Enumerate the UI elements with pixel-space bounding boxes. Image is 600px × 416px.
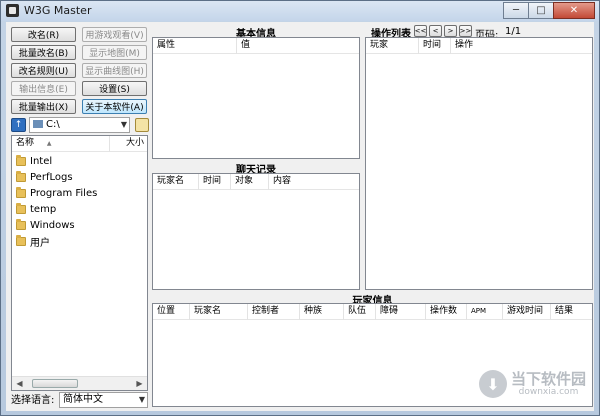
list-item[interactable]: PerfLogs xyxy=(16,170,73,185)
minimize-button[interactable]: ─ xyxy=(503,2,529,19)
maximize-button[interactable]: □ xyxy=(528,2,554,19)
app-window: W3G Master ─ □ ✕ 改名(R) 用游戏观看(V) 批量改名(B) … xyxy=(0,0,600,416)
horizontal-scrollbar[interactable]: ◀ ▶ xyxy=(12,376,147,390)
rename-button[interactable]: 改名(R) xyxy=(11,27,76,42)
column-header[interactable]: 内容 xyxy=(269,174,359,190)
settings-button[interactable]: 设置(S) xyxy=(82,81,147,96)
batch-output-button[interactable]: 批量输出(X) xyxy=(11,99,76,114)
close-button[interactable]: ✕ xyxy=(553,2,595,19)
show-curve-button[interactable]: 显示曲线图(H) xyxy=(82,63,147,78)
watermark: ⬇ 当下软件园 downxia.com xyxy=(478,369,586,398)
column-header[interactable]: 属性 xyxy=(153,38,237,54)
prev-page-button[interactable]: < xyxy=(429,25,442,37)
list-item[interactable]: temp xyxy=(16,202,56,217)
chevron-down-icon: ▼ xyxy=(138,395,145,404)
column-header[interactable]: 操作 xyxy=(451,38,592,54)
player-info-header: 位置 玩家名 控制者 种族 队伍 障碍 操作数 APM 游戏时间 结果 xyxy=(153,304,592,320)
folder-icon xyxy=(16,219,26,230)
column-header-size[interactable]: 大小 xyxy=(110,136,147,152)
scroll-thumb[interactable] xyxy=(32,379,78,388)
column-header[interactable]: 游戏时间 xyxy=(503,304,551,320)
column-header[interactable]: 种族 xyxy=(300,304,344,320)
scroll-right-icon[interactable]: ▶ xyxy=(132,377,147,390)
column-header-name[interactable]: 名称 ▲ xyxy=(12,136,111,152)
player-info-pane: 位置 玩家名 控制者 种族 队伍 障碍 操作数 APM 游戏时间 结果 ⬇ 当下… xyxy=(152,303,593,407)
language-value: 简体中文 xyxy=(63,394,103,405)
language-select[interactable]: 简体中文 ▼ xyxy=(59,392,148,408)
title-bar[interactable]: W3G Master ─ □ ✕ xyxy=(1,1,599,21)
watermark-main: 当下软件园 xyxy=(510,369,586,388)
language-label: 选择语言: xyxy=(11,395,55,406)
client-area: 改名(R) 用游戏观看(V) 批量改名(B) 显示地图(M) 改名规则(U) 显… xyxy=(6,22,594,411)
list-item[interactable]: Program Files xyxy=(16,186,97,201)
chat-log-pane: 玩家名 时间 对象 内容 xyxy=(152,173,360,290)
about-button[interactable]: 关于本软件(A) xyxy=(82,99,147,114)
folder-icon xyxy=(16,235,26,246)
next-page-button[interactable]: > xyxy=(444,25,457,37)
column-header[interactable]: 时间 xyxy=(199,174,231,190)
list-item[interactable]: 用户 xyxy=(16,234,50,249)
last-page-button[interactable]: >> xyxy=(459,25,472,37)
column-header[interactable]: 控制者 xyxy=(248,304,300,320)
chat-log-header: 玩家名 时间 对象 内容 xyxy=(153,174,359,190)
rename-rules-button[interactable]: 改名规则(U) xyxy=(11,63,76,78)
show-map-button[interactable]: 显示地图(M) xyxy=(82,45,147,60)
page-value: 1/1 xyxy=(505,26,522,37)
basic-info-header: 属性 值 xyxy=(153,38,359,54)
column-header[interactable]: 结果 xyxy=(551,304,592,320)
file-list-pane: 名称 ▲ 大小 Intel PerfLogs Program Files tem… xyxy=(11,135,148,391)
action-list-pane: 玩家 时间 操作 xyxy=(365,37,593,290)
up-folder-icon[interactable]: ↑ xyxy=(11,118,26,132)
file-list-header: 名称 ▲ 大小 xyxy=(12,136,147,152)
batch-rename-button[interactable]: 批量改名(B) xyxy=(11,45,76,60)
chevron-down-icon: ▼ xyxy=(120,120,127,129)
folder-icon xyxy=(16,171,26,182)
scroll-left-icon[interactable]: ◀ xyxy=(12,377,27,390)
column-header[interactable]: 玩家 xyxy=(366,38,419,54)
column-header[interactable]: 队伍 xyxy=(344,304,376,320)
open-folder-icon[interactable] xyxy=(135,118,149,132)
watermark-sub: downxia.com xyxy=(518,386,579,397)
column-header[interactable]: 操作数 xyxy=(426,304,467,320)
action-list-header: 玩家 时间 操作 xyxy=(366,38,592,54)
column-header[interactable]: APM xyxy=(467,304,503,320)
column-header[interactable]: 玩家名 xyxy=(190,304,248,320)
column-header[interactable]: 玩家名 xyxy=(153,174,199,190)
drive-label: C:\ xyxy=(46,119,60,130)
column-header[interactable]: 时间 xyxy=(419,38,451,54)
folder-icon xyxy=(16,187,26,198)
first-page-button[interactable]: << xyxy=(414,25,427,37)
column-header[interactable]: 对象 xyxy=(231,174,269,190)
column-header[interactable]: 位置 xyxy=(153,304,190,320)
app-icon xyxy=(6,4,19,17)
drive-select[interactable]: C:\ ▼ xyxy=(29,117,130,133)
column-header[interactable]: 值 xyxy=(237,38,359,54)
list-item[interactable]: Intel xyxy=(16,154,52,169)
basic-info-pane: 属性 值 xyxy=(152,37,360,159)
drive-icon xyxy=(33,120,43,128)
download-arrow-icon: ⬇ xyxy=(478,370,507,398)
folder-icon xyxy=(16,155,26,166)
window-title: W3G Master xyxy=(24,4,92,17)
output-info-button[interactable]: 输出信息(E) xyxy=(11,81,76,96)
column-header[interactable]: 障碍 xyxy=(376,304,426,320)
folder-icon xyxy=(16,203,26,214)
sort-arrow-icon: ▲ xyxy=(46,140,52,147)
watch-in-game-button[interactable]: 用游戏观看(V) xyxy=(82,27,147,42)
list-item[interactable]: Windows xyxy=(16,218,75,233)
